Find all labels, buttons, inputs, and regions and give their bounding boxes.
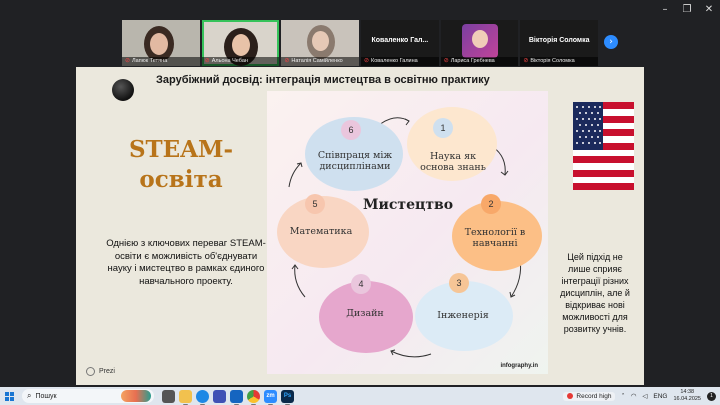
notification-badge[interactable]: 1: [707, 391, 716, 401]
participant-name: Коваленко Галина: [371, 58, 418, 64]
minimize-button[interactable]: –: [654, 0, 676, 18]
slide-title: Зарубіжний досвід: інтеграція мистецтва …: [156, 74, 490, 86]
participant-name: Наталія Самійленко: [291, 58, 343, 64]
step-number-2: 2: [481, 194, 501, 214]
record-high-widget[interactable]: Record high: [563, 391, 616, 401]
start-button[interactable]: [0, 387, 18, 405]
muted-mic-icon: ⊘: [204, 58, 210, 64]
participant-tile-active[interactable]: ⊘ Альона Чебан: [201, 20, 280, 66]
prezi-label: Prezi: [99, 368, 115, 375]
usa-flag-icon: [573, 102, 634, 190]
clock[interactable]: 14:38 16.04.2025: [673, 389, 701, 403]
volume-icon[interactable]: ◁: [642, 392, 647, 400]
muted-mic-icon: ⊘: [284, 58, 290, 64]
infographic-center-title: Мистецтво: [363, 197, 454, 213]
file-explorer-icon[interactable]: [179, 389, 192, 405]
step-number-6: 6: [341, 120, 361, 140]
step-label-2: Технології в навчанні: [464, 227, 526, 249]
step-number-3: 3: [449, 273, 469, 293]
participant-video: [471, 30, 488, 48]
window-controls: – ❐ ✕: [654, 0, 720, 18]
participant-video: [231, 34, 250, 56]
step-label-5: Математика: [289, 226, 353, 237]
record-label: Record high: [576, 392, 612, 400]
search-highlight-icon: [121, 390, 151, 402]
record-dot-icon: [567, 393, 574, 399]
participant-name: Лариса Гребнева: [450, 58, 495, 64]
step-label-6: Співпраця між дисциплінами: [317, 150, 393, 172]
clock-time: 14:38: [680, 389, 695, 395]
participant-name: Вікторія Соломка: [530, 58, 575, 64]
participant-big-name: Вікторія Соломка: [528, 37, 590, 44]
infographic-source: infography.in: [500, 363, 538, 369]
steam-infographic: 1 2 3 4 5 6 Наука як основа знань Технол…: [267, 91, 548, 374]
participant-strip: ⊘ Лапюк Тетяна ⊘ Альона Чебан ⊘ Наталія Сам…: [122, 20, 599, 66]
close-button[interactable]: ✕: [698, 0, 720, 18]
participant-name: Лапюк Тетяна: [132, 58, 168, 64]
wifi-icon[interactable]: ◠: [631, 392, 637, 400]
chrome-icon[interactable]: [247, 389, 260, 405]
right-paragraph: Цей підхід не лише сприяє інтеграції різ…: [560, 252, 630, 334]
steam-heading: STEAM- освіта: [106, 135, 256, 195]
system-tray: Record high ˄ ◠ ◁ ENG 14:38 16.04.2025 1: [563, 387, 716, 405]
search-placeholder: Пошук: [35, 392, 57, 400]
prezi-badge[interactable]: Prezi: [86, 367, 115, 376]
step-label-3: Інженерія: [437, 310, 489, 321]
participant-tile[interactable]: Коваленко Гал... ⊘ Коваленко Галина: [361, 20, 439, 66]
participant-tile[interactable]: ⊘ Лариса Гребнева: [440, 20, 519, 66]
participant-big-name: Коваленко Гал...: [371, 37, 429, 44]
shared-slide: Зарубіжний досвід: інтеграція мистецтва …: [76, 67, 644, 385]
mail-icon[interactable]: [230, 389, 243, 405]
prezi-icon: [86, 367, 95, 376]
restore-button[interactable]: ❐: [676, 0, 698, 18]
muted-mic-icon: ⊘: [364, 58, 370, 64]
muted-mic-icon: ⊘: [125, 58, 131, 64]
photoshop-icon[interactable]: Ps: [281, 389, 294, 405]
windows-taskbar: ⌕ Пошук zm Ps Record high ˄ ◠ ◁ ENG 14:3…: [0, 387, 720, 405]
taskbar-apps: zm Ps: [162, 389, 294, 405]
clock-date: 16.04.2025: [673, 396, 701, 402]
left-paragraph: Однією з ключових переваг STEAM-освіти є…: [106, 238, 266, 287]
steam-heading-line2: освіта: [139, 166, 223, 193]
step-label-4: Дизайн: [346, 308, 384, 319]
steam-heading-line1: STEAM-: [128, 136, 234, 163]
windows-logo-icon: [4, 391, 14, 401]
participant-tile[interactable]: ⊘ Лапюк Тетяна: [122, 20, 200, 66]
taskbar-search[interactable]: ⌕ Пошук: [22, 389, 154, 403]
step-label-1: Наука як основа знань: [420, 151, 486, 173]
step-number-5: 5: [305, 194, 325, 214]
chevron-right-icon[interactable]: ›: [604, 35, 618, 49]
search-icon: ⌕: [27, 391, 32, 400]
camera-puck-icon: [112, 79, 134, 101]
muted-mic-icon: ⊘: [443, 58, 449, 64]
participant-tile[interactable]: Вікторія Соломка ⊘ Вікторія Соломка: [520, 20, 599, 66]
participant-tile[interactable]: ⊘ Наталія Самійленко: [281, 20, 360, 66]
participant-video: [150, 33, 168, 55]
step-number-4: 4: [351, 274, 371, 294]
zoom-icon[interactable]: zm: [264, 389, 277, 405]
store-icon[interactable]: [213, 389, 226, 403]
tray-chevron-icon[interactable]: ˄: [621, 392, 624, 400]
language-indicator[interactable]: ENG: [653, 393, 667, 400]
step-number-1: 1: [433, 118, 453, 138]
task-view-icon[interactable]: [162, 389, 175, 403]
edge-icon[interactable]: [196, 389, 209, 405]
zoom-meeting-screen: – ❐ ✕ ⊘ Лапюк Тетяна ⊘ Альона Чебан ⊘ Натал…: [0, 0, 720, 405]
participant-name: Альона Чебан: [211, 58, 248, 64]
muted-mic-icon: ⊘: [523, 58, 529, 64]
